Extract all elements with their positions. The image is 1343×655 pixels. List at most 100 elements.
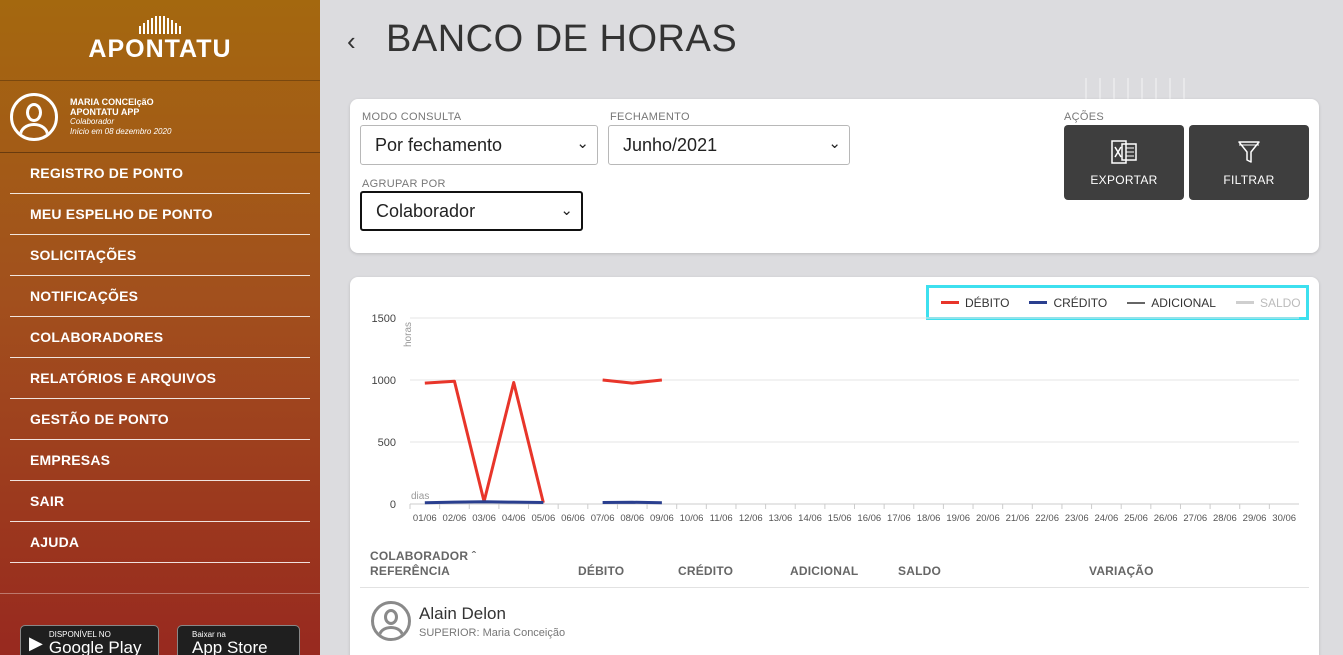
sidebar-item-meu-espelho-de-ponto[interactable]: MEU ESPELHO DE PONTO <box>10 194 310 235</box>
chevron-left-icon[interactable]: ‹ <box>347 26 356 57</box>
google-play-badge[interactable]: ▶ DISPONÍVEL NO Google Play <box>20 625 159 655</box>
app-store-badge[interactable]: Baixar na App Store <box>177 625 300 655</box>
x-tick-label: 08/06 <box>620 513 644 524</box>
sidebar-item-sair[interactable]: SAIR <box>10 481 310 522</box>
x-tick-label: 20/06 <box>976 513 1000 524</box>
sidebar-item-registro-de-ponto[interactable]: REGISTRO DE PONTO <box>10 153 310 194</box>
x-tick-label: 25/06 <box>1124 513 1148 524</box>
y-tick-label: 1500 <box>372 313 396 325</box>
sidebar-item-solicitacoes[interactable]: SOLICITAÇÕES <box>10 235 310 276</box>
row-avatar-icon <box>371 601 411 641</box>
col-referencia-header[interactable]: REFERÊNCIA <box>370 564 450 578</box>
x-tick-label: 06/06 <box>561 513 585 524</box>
x-axis-label: dias <box>411 491 429 502</box>
x-tick-label: 22/06 <box>1035 513 1059 524</box>
x-tick-label: 13/06 <box>769 513 793 524</box>
modo-consulta-select[interactable]: Por fechamento ⌄ <box>360 125 598 165</box>
filter-icon <box>1238 141 1260 163</box>
sidebar-item-colaboradores[interactable]: COLABORADORES <box>10 317 310 358</box>
x-tick-label: 03/06 <box>472 513 496 524</box>
x-tick-label: 17/06 <box>887 513 911 524</box>
avatar-icon <box>10 92 58 141</box>
table-divider <box>360 587 1309 588</box>
sidebar-item-notificacoes[interactable]: NOTIFICAÇÕES <box>10 276 310 317</box>
col-saldo-header[interactable]: SALDO <box>898 564 941 578</box>
logo-marks-icon <box>139 16 181 34</box>
fechamento-label: FECHAMENTO <box>610 111 690 123</box>
exportar-label: EXPORTAR <box>1090 173 1158 187</box>
x-tick-label: 19/06 <box>946 513 970 524</box>
modo-consulta-value: Por fechamento <box>375 134 503 155</box>
col-colaborador-header[interactable]: COLABORADOR ˆ <box>370 549 476 563</box>
x-tick-label: 07/06 <box>591 513 615 524</box>
x-tick-label: 14/06 <box>798 513 822 524</box>
user-role: Colaborador <box>70 116 115 126</box>
sidebar-item-relatorios-e-arquivos[interactable]: RELATÓRIOS E ARQUIVOS <box>10 358 310 399</box>
agrupar-por-value: Colaborador <box>376 200 476 221</box>
x-tick-label: 10/06 <box>680 513 704 524</box>
chevron-down-icon: ⌄ <box>560 202 573 219</box>
col-variacao-header[interactable]: VARIAÇÃO <box>1089 564 1154 578</box>
exportar-button[interactable]: EXPORTAR <box>1064 125 1184 200</box>
x-tick-label: 12/06 <box>739 513 763 524</box>
play-icon: ▶ <box>29 632 43 653</box>
x-tick-label: 24/06 <box>1094 513 1118 524</box>
app-stores: ▶ DISPONÍVEL NO Google Play Baixar na Ap… <box>0 593 320 655</box>
x-tick-label: 30/06 <box>1272 513 1296 524</box>
filters-card: MODO CONSULTA Por fechamento ⌄ FECHAMENT… <box>350 99 1319 253</box>
series-line-credito <box>424 500 544 505</box>
sidebar: APONTATU MARIA CONCEIçãO APONTATU APP Co… <box>0 0 320 655</box>
sidebar-menu: REGISTRO DE PONTO MEU ESPELHO DE PONTO S… <box>0 153 320 563</box>
x-tick-label: 11/06 <box>710 513 733 524</box>
line-chart: 0 500 1000 1500 horas dias 01/06 02/06 03/06 04/0… <box>372 313 1299 524</box>
col-adicional-header[interactable]: ADICIONAL <box>790 564 858 578</box>
sort-icon: ˆ <box>471 549 476 563</box>
user-profile[interactable]: MARIA CONCEIçãO APONTATU APP Colaborador… <box>0 80 320 153</box>
chart-card: DÉBITO CRÉDITO ADICIONAL SALDO 0 500 1000 1… <box>350 277 1319 655</box>
x-tick-label: 02/06 <box>443 513 467 524</box>
x-tick-label: 21/06 <box>1006 513 1030 524</box>
x-tick-label: 05/06 <box>531 513 555 524</box>
chevron-down-icon: ⌄ <box>576 135 589 152</box>
filtrar-label: FILTRAR <box>1223 173 1275 187</box>
y-axis-label: horas <box>403 322 414 347</box>
sidebar-item-ajuda[interactable]: AJUDA <box>10 522 310 563</box>
row-collaborator-superior: SUPERIOR: Maria Conceição <box>419 627 566 639</box>
app-store-big: App Store <box>192 638 268 655</box>
fechamento-select[interactable]: Junho/2021 ⌄ <box>608 125 850 165</box>
filtrar-button[interactable]: FILTRAR <box>1189 125 1309 200</box>
acoes-label: AÇÕES <box>1064 111 1105 123</box>
x-tick-label: 15/06 <box>828 513 852 524</box>
col-credito-header[interactable]: CRÉDITO <box>678 564 733 578</box>
logo[interactable]: APONTATU <box>0 0 320 80</box>
google-play-big: Google Play <box>48 638 142 655</box>
user-company: APONTATU APP <box>70 106 140 117</box>
sidebar-item-empresas[interactable]: EMPRESAS <box>10 440 310 481</box>
excel-icon <box>1111 140 1137 164</box>
x-tick-label: 27/06 <box>1183 513 1207 524</box>
x-tick-label: 09/06 <box>650 513 674 524</box>
modo-consulta-label: MODO CONSULTA <box>362 111 462 123</box>
brand-name: APONTATU <box>88 35 232 63</box>
page-title: BANCO DE HORAS <box>386 18 738 60</box>
x-tick-label: 23/06 <box>1065 513 1089 524</box>
y-tick-label: 1000 <box>372 375 396 387</box>
agrupar-por-label: AGRUPAR POR <box>362 178 446 190</box>
user-name: MARIA CONCEIçãO <box>70 96 154 107</box>
y-tick-label: 0 <box>390 499 396 511</box>
agrupar-por-select[interactable]: Colaborador ⌄ <box>360 191 583 231</box>
chevron-down-icon: ⌄ <box>828 135 841 152</box>
col-debito-header[interactable]: DÉBITO <box>578 564 624 578</box>
user-since: Início em 08 dezembro 2020 <box>70 126 172 136</box>
x-tick-label: 04/06 <box>502 513 526 524</box>
row-collaborator-name[interactable]: Alain Delon <box>419 604 506 624</box>
x-tick-label: 16/06 <box>857 513 881 524</box>
x-tick-label: 18/06 <box>917 513 941 524</box>
x-tick-label: 29/06 <box>1243 513 1267 524</box>
x-tick-label: 26/06 <box>1154 513 1178 524</box>
y-tick-label: 500 <box>378 437 396 449</box>
x-tick-label: 28/06 <box>1213 513 1237 524</box>
col-colaborador-label: COLABORADOR <box>370 549 469 563</box>
sidebar-item-gestao-de-ponto[interactable]: GESTÃO DE PONTO <box>10 399 310 440</box>
x-tick-label: 01/06 <box>413 513 437 524</box>
